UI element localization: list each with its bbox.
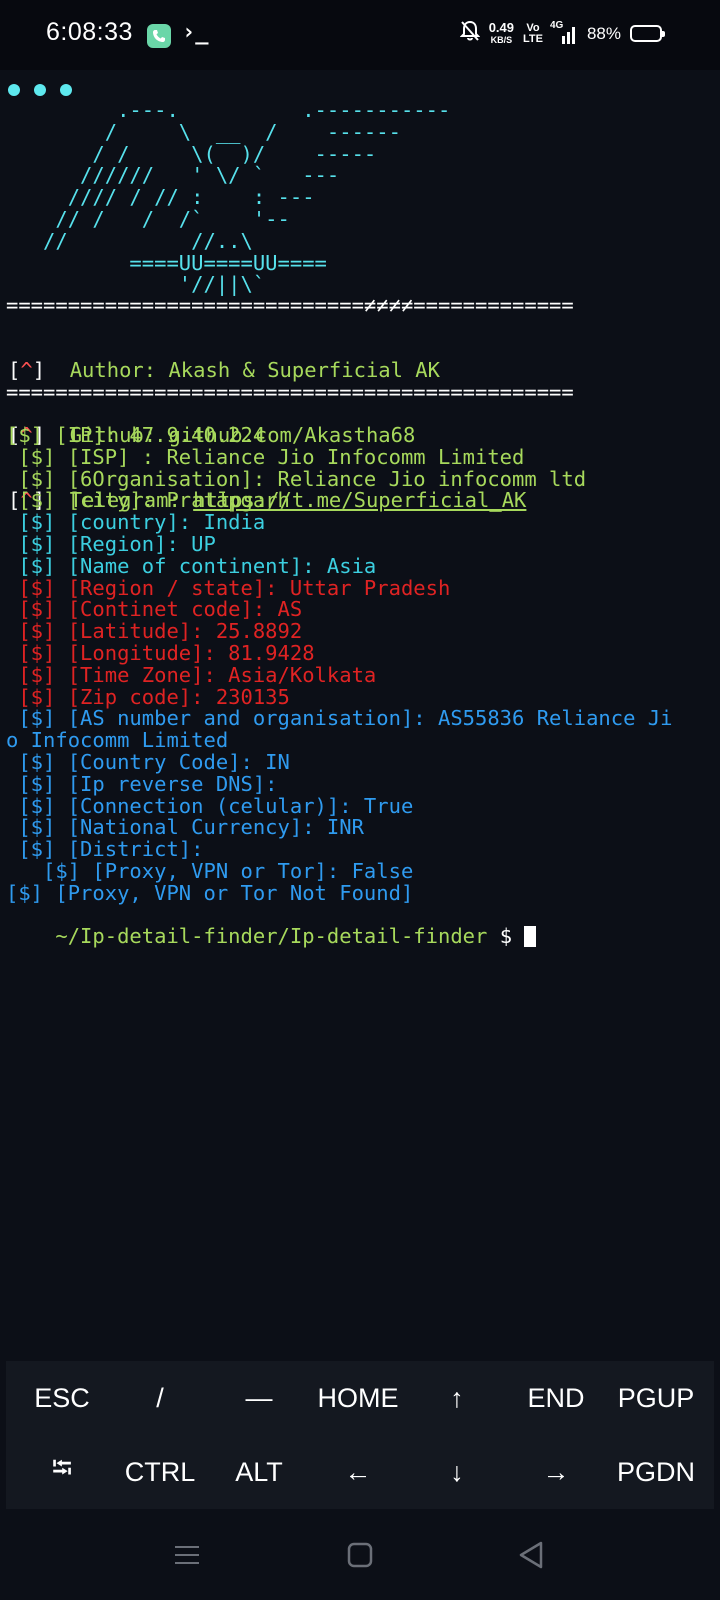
- menu-icon[interactable]: [170, 1538, 204, 1572]
- output-line: [$] [country]: India: [6, 510, 266, 535]
- prompt-symbol: $: [487, 923, 525, 948]
- banner-line-author: [^] Author: Akash & Superficial AK: [8, 357, 526, 382]
- output-line: [$] [Country Code]: IN: [6, 749, 290, 774]
- banner-value: Akash & Superficial AK: [168, 357, 440, 382]
- extra-key[interactable]: —: [209, 1361, 309, 1435]
- separator-top: =============================≠≠≠≠=======…: [6, 293, 574, 317]
- back-icon[interactable]: [514, 1538, 548, 1572]
- output-line: [$] [IP]: 47.9.40.224: [6, 423, 266, 447]
- output-line: [$] [Region / state]: Uttar Pradesh: [6, 575, 451, 600]
- output-line: [$] [ISP] : Reliance Jio Infocomm Limite…: [6, 444, 525, 469]
- window-dots: [8, 84, 72, 96]
- output-lines: [$] [IP]: 47.9.40.224 [$] [ISP] : Relian…: [6, 423, 673, 905]
- dot-icon: [60, 84, 72, 96]
- dot-icon: [34, 84, 46, 96]
- extra-key[interactable]: →: [506, 1435, 606, 1509]
- extra-key[interactable]: END: [506, 1361, 606, 1435]
- signal-icon: 4G: [550, 20, 578, 44]
- dot-icon: [8, 84, 20, 96]
- output-line: [$] [Longitude]: 81.9428: [6, 640, 315, 665]
- banner-label: Author:: [69, 357, 157, 382]
- ascii-art-logo: .---. .----------- / \ __ / ------ / / \…: [43, 98, 451, 297]
- prompt-path: ~/Ip-detail-finder/Ip-detail-finder: [55, 923, 488, 948]
- status-indicators: 0.49 KB/S Vo LTE 4G 88%: [459, 19, 665, 47]
- output-line: [$] [Connection (celular)]: True: [6, 793, 414, 818]
- output-line: [$] [Proxy, VPN or Tor]: False: [6, 858, 414, 883]
- output-line: [$] [Zip code]: 230135: [6, 684, 290, 709]
- extra-key[interactable]: PGUP: [606, 1361, 706, 1435]
- network-speed: 0.49 KB/S: [488, 19, 514, 46]
- extra-key[interactable]: ⭾: [12, 1435, 112, 1509]
- separator-bottom: ========================================…: [6, 380, 574, 404]
- output-line: [$] [city]: Pratāpgarh: [6, 488, 290, 513]
- extra-key[interactable]: HOME: [308, 1361, 408, 1435]
- status-time: 6:08:33: [46, 18, 133, 46]
- battery-icon: [630, 25, 665, 42]
- extra-key[interactable]: PGDN: [606, 1435, 706, 1509]
- output-line: [$] [AS number and organisation]: AS5583…: [6, 706, 673, 731]
- battery-percent: 88%: [586, 23, 621, 43]
- volte-bottom: LTE: [523, 32, 543, 45]
- extra-keys-bar: ESC / — HOME ↑ END PGUP ⭾ CTRL ALT ← ↓ → PGDN: [6, 1361, 714, 1509]
- output-line: [$] [Ip reverse DNS]:: [6, 771, 278, 796]
- navigation-bar: [0, 1510, 720, 1600]
- extra-key[interactable]: ALT: [209, 1435, 309, 1509]
- network-speed-value: 0.49: [488, 19, 514, 35]
- extra-key[interactable]: ↓: [407, 1435, 507, 1509]
- output-line: [$] [Time Zone]: Asia/Kolkata: [6, 662, 377, 687]
- output-line: [$] [National Currency]: INR: [6, 815, 364, 840]
- phone-app-icon: [147, 24, 171, 48]
- extra-key[interactable]: /: [110, 1361, 210, 1435]
- volte-indicator: Vo LTE: [523, 21, 543, 45]
- output-line: [$] [6Organisation]: Reliance Jio infoco…: [6, 466, 587, 491]
- home-icon[interactable]: [343, 1538, 377, 1572]
- volte-top: Vo: [526, 21, 540, 34]
- network-speed-unit: KB/S: [490, 34, 513, 45]
- terminal-view[interactable]: .---. .----------- / \ __ / ------ / / \…: [0, 70, 720, 1360]
- prompt-line[interactable]: ~/Ip-detail-finder/Ip-detail-finder $: [6, 904, 537, 969]
- output-line: [$] [District]:: [6, 837, 204, 862]
- terminal-notification-icon: ›_: [182, 20, 209, 45]
- extra-key[interactable]: ←: [308, 1435, 408, 1509]
- output-line: [$] [Latitude]: 25.8892: [6, 619, 303, 644]
- banner-bracket: [^]: [8, 357, 46, 382]
- extra-key[interactable]: ESC: [12, 1361, 112, 1435]
- extra-key[interactable]: ↑: [407, 1361, 507, 1435]
- status-bar: 6:08:33 ›_ 0.49 KB/S Vo LTE 4G 88%: [0, 0, 720, 70]
- output-line: [$] [Name of continent]: Asia: [6, 553, 377, 578]
- output-line: [$] [Proxy, VPN or Tor Not Found]: [6, 880, 414, 905]
- output-line: [$] [Region]: UP: [6, 531, 216, 556]
- network-type: 4G: [549, 19, 564, 31]
- output-line: o Infocomm Limited: [6, 728, 229, 753]
- output-line: [$] [Continet code]: AS: [6, 597, 303, 622]
- bell-muted-icon: [459, 20, 481, 47]
- text-cursor: [524, 925, 537, 947]
- extra-key[interactable]: CTRL: [110, 1435, 210, 1509]
